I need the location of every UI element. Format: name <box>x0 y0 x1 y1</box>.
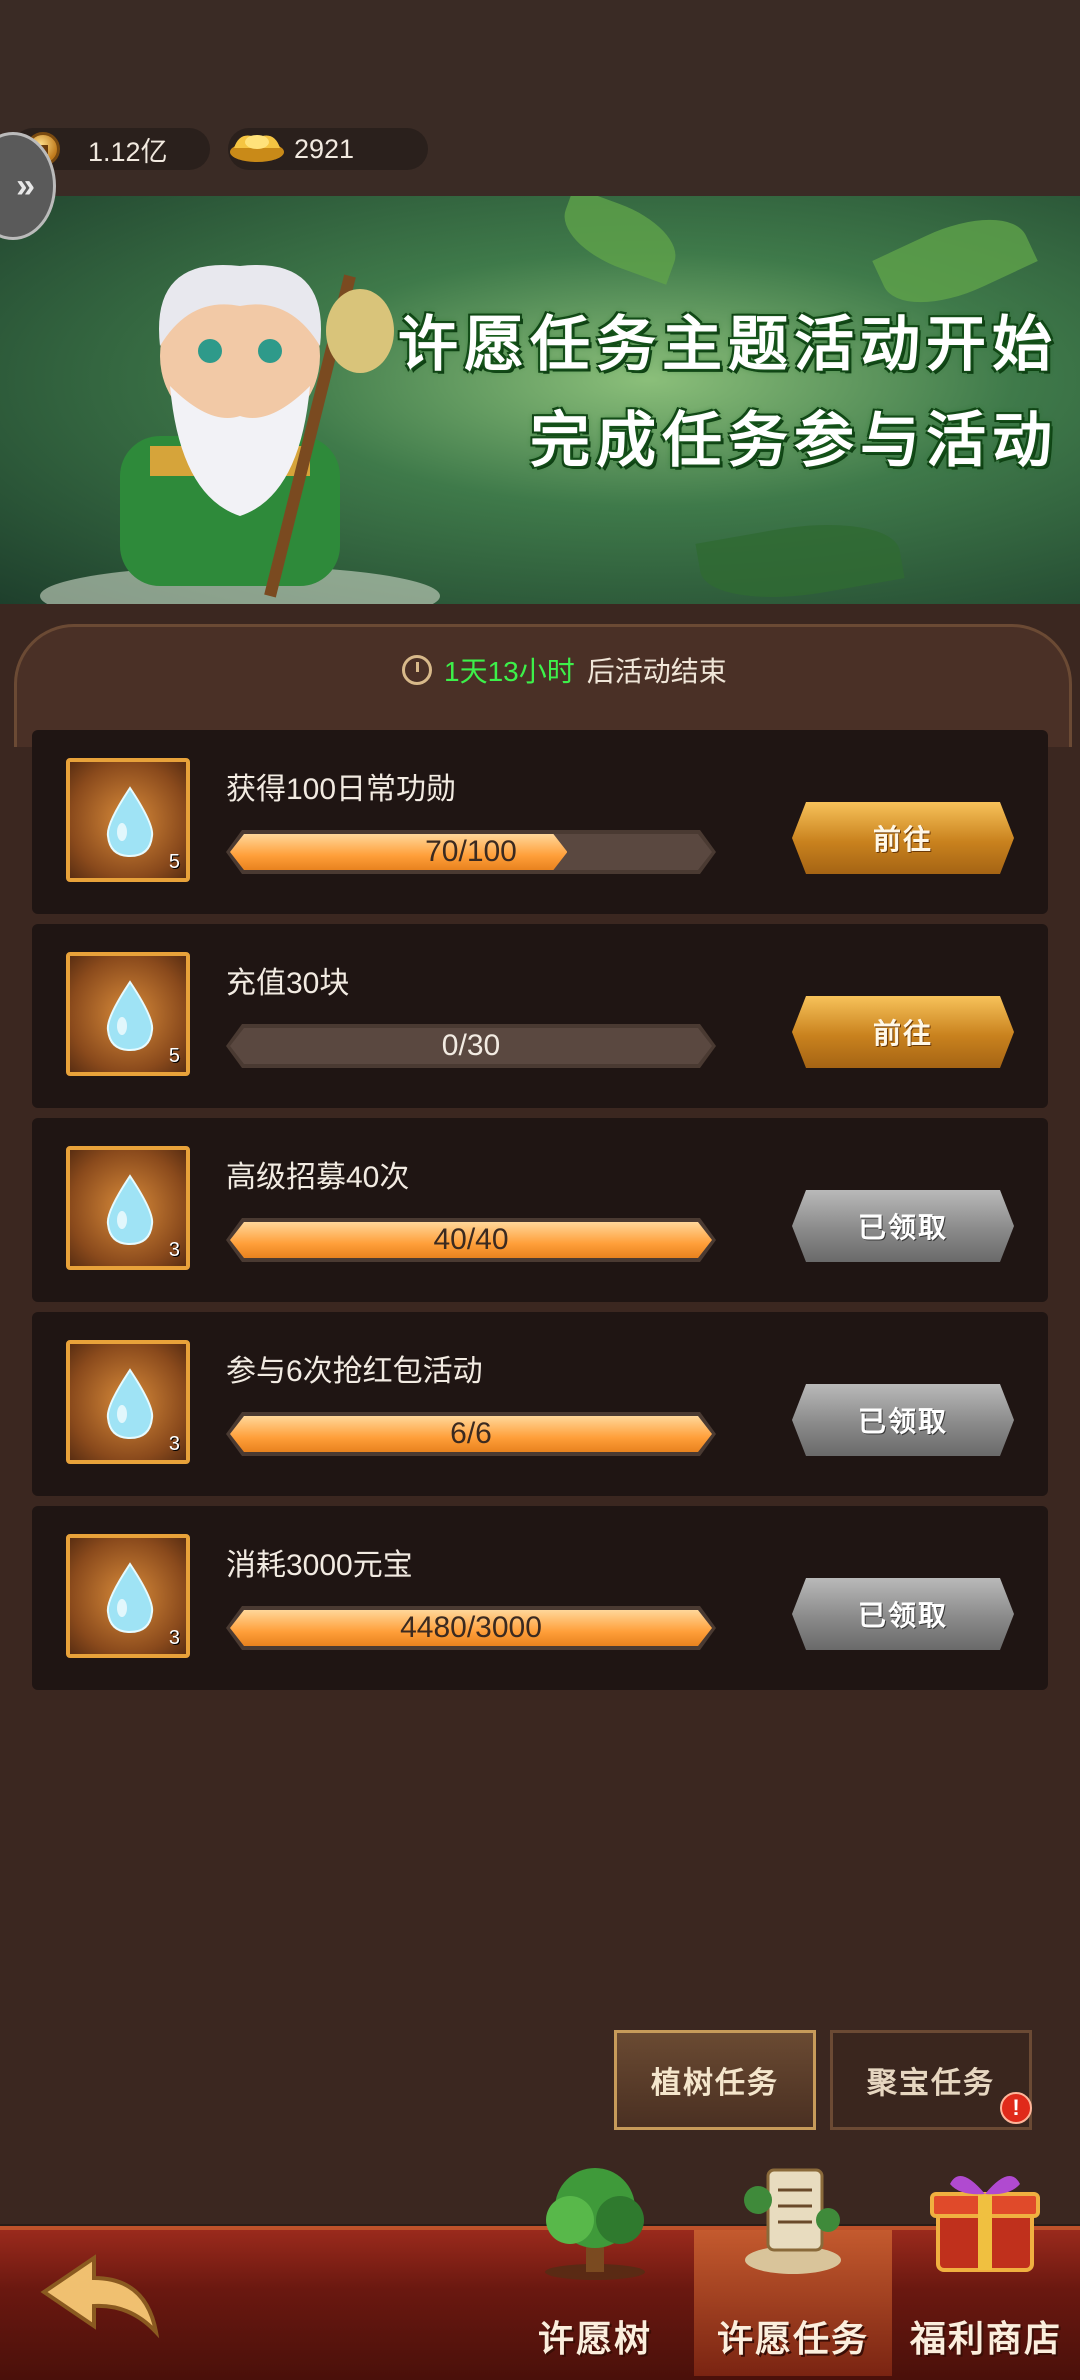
task-name: 高级招募40次 <box>226 1161 410 1194</box>
task-row: 3 消耗3000元宝 4480/3000 已领取 <box>32 1506 1048 1690</box>
nav-label: 许愿任务 <box>716 2318 869 2360</box>
progress-text: 40/40 <box>433 1223 509 1256</box>
progress-text: 4480/3000 <box>400 1611 542 1644</box>
reward-quantity: 3 <box>168 1239 180 1261</box>
reward-quantity: 5 <box>168 851 180 873</box>
tree-icon <box>545 2168 645 2280</box>
claimed-button[interactable]: 已领取 <box>792 1384 1014 1456</box>
ingot-balance: 2921 <box>228 128 428 170</box>
progress-text: 6/6 <box>450 1417 492 1450</box>
sage-character-illustration <box>40 265 440 604</box>
back-arrow-icon[interactable] <box>34 2252 164 2342</box>
gold-ingot-icon <box>230 135 284 162</box>
top-bar: 1.12亿 2921 <box>0 0 1080 196</box>
double-chevron-right-icon: » <box>16 166 35 205</box>
nav-label: 许愿树 <box>537 2318 652 2360</box>
task-row: 3 参与6次抢红包活动 6/6 已领取 <box>32 1312 1048 1496</box>
reward-item[interactable]: 5 <box>66 952 190 1076</box>
progress-text: 70/100 <box>425 835 517 868</box>
reward-quantity: 3 <box>168 1627 180 1649</box>
task-progress-bar: 4480/3000 <box>226 1606 716 1650</box>
claimed-button[interactable]: 已领取 <box>792 1190 1014 1262</box>
task-panel: 1天13小时 后活动结束 5 获得100日常功勋 70/100 前往 5 充值3… <box>0 604 1080 2224</box>
bottom-nav: 许愿树 许愿任务 福利商店 <box>0 2168 1080 2380</box>
reward-item[interactable]: 3 <box>66 1146 190 1270</box>
task-progress-bar: 70/100 <box>226 830 716 874</box>
event-banner: 许愿任务主题活动开始 完成任务参与活动 <box>0 196 1080 604</box>
nav-wish-tree[interactable]: 许愿树 <box>496 2160 694 2376</box>
alert-badge: ! <box>1000 2092 1032 2124</box>
timer-remaining: 1天13小时 <box>444 656 575 687</box>
ingot-amount: 2921 <box>294 133 355 164</box>
reward-quantity: 5 <box>168 1045 180 1067</box>
reward-quantity: 3 <box>168 1433 180 1455</box>
water-drop-icon <box>106 1174 154 1246</box>
task-progress-bar: 6/6 <box>226 1412 716 1456</box>
scroll-icon <box>744 2168 841 2274</box>
task-row: 5 充值30块 0/30 前往 <box>32 924 1048 1108</box>
water-drop-icon <box>106 786 154 858</box>
leaf-decoration <box>553 196 687 285</box>
banner-title-line1: 许愿任务主题活动开始 <box>398 310 1058 380</box>
progress-text: 0/30 <box>441 1029 501 1062</box>
nav-wish-tasks[interactable]: 许愿任务 <box>694 2160 892 2376</box>
go-button[interactable]: 前往 <box>792 996 1014 1068</box>
claimed-button[interactable]: 已领取 <box>792 1578 1014 1650</box>
tab-tree-planting-tasks[interactable]: 植树任务 <box>614 2030 816 2130</box>
reward-item[interactable]: 5 <box>66 758 190 882</box>
water-drop-icon <box>106 1368 154 1440</box>
clock-icon <box>402 655 432 685</box>
coin-amount: 1.12亿 <box>88 136 168 167</box>
nav-welfare-shop[interactable]: 福利商店 <box>892 2160 1080 2376</box>
nav-label: 福利商店 <box>909 2318 1062 2360</box>
banner-title-line2: 完成任务参与活动 <box>530 406 1058 476</box>
leaf-decoration <box>695 509 905 604</box>
task-name: 获得100日常功勋 <box>226 773 457 806</box>
task-row: 5 获得100日常功勋 70/100 前往 <box>32 730 1048 914</box>
gift-chest-icon <box>930 2176 1040 2272</box>
task-row: 3 高级招募40次 40/40 已领取 <box>32 1118 1048 1302</box>
go-button[interactable]: 前往 <box>792 802 1014 874</box>
water-drop-icon <box>106 1562 154 1634</box>
task-name: 消耗3000元宝 <box>226 1549 413 1582</box>
task-name: 充值30块 <box>226 967 350 1000</box>
task-name: 参与6次抢红包活动 <box>226 1355 483 1388</box>
event-timer: 1天13小时 后活动结束 <box>402 646 727 694</box>
reward-item[interactable]: 3 <box>66 1340 190 1464</box>
timer-suffix: 后活动结束 <box>586 656 727 687</box>
water-drop-icon <box>106 980 154 1052</box>
task-progress-bar: 0/30 <box>226 1024 716 1068</box>
reward-item[interactable]: 3 <box>66 1534 190 1658</box>
task-progress-bar: 40/40 <box>226 1218 716 1262</box>
